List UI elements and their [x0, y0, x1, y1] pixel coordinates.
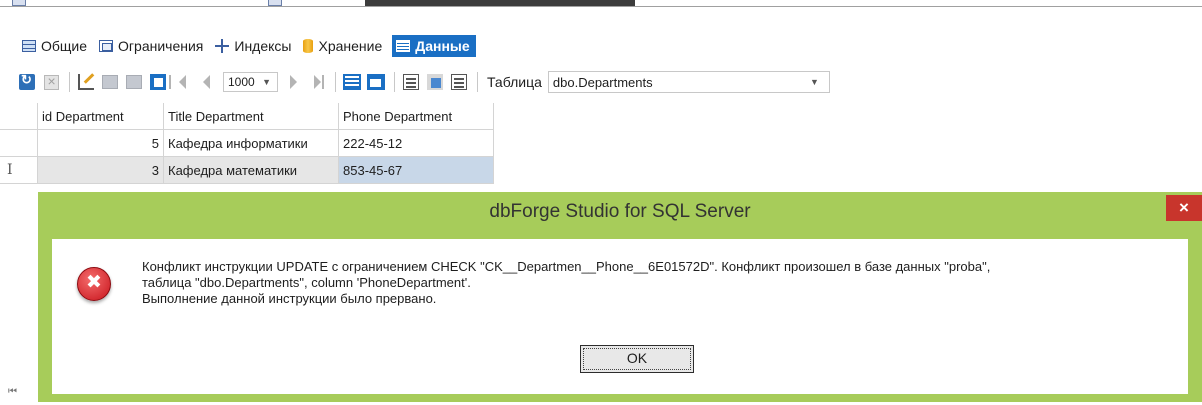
- dialog-title: dbForge Studio for SQL Server: [489, 201, 751, 222]
- column-header[interactable]: Phone Department: [339, 103, 494, 130]
- table-row[interactable]: 5 Кафедра информатики 222-45-12: [0, 130, 494, 157]
- grid-view-icon: [343, 74, 361, 90]
- text-cursor-icon: I: [7, 162, 13, 178]
- apply-icon: [102, 75, 118, 89]
- editor-tabbar: Общие Ограничения Индексы Хранение Данны…: [0, 32, 1202, 60]
- discard-button[interactable]: [123, 71, 145, 93]
- tab-label: Данные: [415, 38, 470, 54]
- grid-cell[interactable]: 222-45-12: [339, 130, 494, 157]
- card-view-icon: [367, 74, 385, 90]
- top-strip: [0, 0, 1202, 18]
- data-toolbar: 1000 ▼ Таблица dbo.Departments ▼: [0, 67, 1202, 97]
- divider: [0, 6, 1202, 7]
- apply-button[interactable]: [99, 71, 121, 93]
- copy-icon: [150, 74, 166, 90]
- grid-cell-selected[interactable]: 853-45-67: [339, 157, 494, 184]
- table-label: Таблица: [487, 74, 542, 90]
- next-page-icon: [289, 75, 297, 89]
- first-page-icon: [168, 75, 186, 89]
- error-icon: [77, 267, 111, 301]
- last-page-button[interactable]: [306, 71, 328, 93]
- table-select[interactable]: dbo.Departments ▼: [547, 71, 830, 93]
- prev-page-icon: [202, 75, 210, 89]
- dialog-body: Конфликт инструкции UPDATE с ограничение…: [52, 239, 1188, 394]
- last-page-icon: [313, 75, 324, 89]
- tab-storage[interactable]: Хранение: [301, 35, 384, 57]
- grid-cell[interactable]: 3: [38, 157, 164, 184]
- grid-cell[interactable]: Кафедра информатики: [164, 130, 339, 157]
- toolbar-separator: [477, 72, 478, 92]
- constraints-icon: [99, 40, 114, 52]
- tab-label: Общие: [41, 38, 88, 54]
- error-message: Конфликт инструкции UPDATE с ограничение…: [142, 259, 1172, 307]
- column-header[interactable]: Title Department: [164, 103, 339, 130]
- grid-view-button[interactable]: [341, 71, 363, 93]
- form-view-button[interactable]: [400, 71, 422, 93]
- tab-label: Хранение: [318, 38, 383, 54]
- column-header[interactable]: id Department: [38, 103, 164, 130]
- tab-data[interactable]: Данные: [392, 35, 476, 57]
- ok-button[interactable]: OK: [580, 345, 694, 373]
- storage-icon: [303, 39, 314, 53]
- copy-button[interactable]: [147, 71, 169, 93]
- first-page-button[interactable]: [168, 71, 193, 93]
- export-button[interactable]: [448, 71, 470, 93]
- error-dialog: dbForge Studio for SQL Server × Конфликт…: [38, 192, 1202, 402]
- error-message-line: таблица "dbo.Departments", column 'Phone…: [142, 275, 471, 290]
- grid-header: id Department Title Department Phone Dep…: [0, 103, 494, 130]
- tab-constraints[interactable]: Ограничения: [97, 35, 205, 57]
- grid-cell[interactable]: Кафедра математики: [164, 157, 339, 184]
- edit-icon: [78, 74, 94, 90]
- card-view-button[interactable]: [365, 71, 387, 93]
- refresh-icon: [19, 72, 35, 90]
- export-icon: [451, 74, 467, 90]
- indexes-icon: [215, 39, 230, 53]
- nav-first-record-icon[interactable]: ⏮: [0, 386, 38, 405]
- page-size-select[interactable]: 1000 ▼: [223, 72, 278, 92]
- cancel-button[interactable]: [40, 71, 62, 93]
- page-size-value: 1000: [228, 75, 255, 89]
- chevron-down-icon: ▼: [262, 77, 271, 87]
- tab-label: Ограничения: [118, 38, 204, 54]
- chevron-down-icon: ▼: [809, 77, 819, 87]
- picture-view-button[interactable]: [424, 71, 446, 93]
- toolbar-separator: [69, 72, 70, 92]
- tab-label: Индексы: [234, 38, 292, 54]
- toolbar-separator: [335, 72, 336, 92]
- table-select-value: dbo.Departments: [552, 74, 653, 90]
- discard-icon: [126, 75, 142, 89]
- error-message-line: Выполнение данной инструкции было прерва…: [142, 291, 437, 306]
- cancel-icon: [43, 73, 59, 90]
- toolbar-separator: [394, 72, 395, 92]
- grid-cell[interactable]: 5: [38, 130, 164, 157]
- table-row[interactable]: I 3 Кафедра математики 853-45-67: [0, 157, 494, 184]
- picture-view-icon: [427, 74, 443, 90]
- refresh-button[interactable]: [16, 71, 38, 93]
- table-grid-icon: [22, 40, 36, 52]
- row-header-corner: [0, 103, 38, 130]
- close-button[interactable]: ×: [1166, 195, 1202, 221]
- form-view-icon: [403, 74, 419, 90]
- edit-button[interactable]: [75, 71, 97, 93]
- tab-indexes[interactable]: Индексы: [213, 35, 293, 57]
- tab-general[interactable]: Общие: [20, 35, 89, 57]
- data-icon: [396, 40, 411, 52]
- prev-page-button[interactable]: [195, 71, 217, 93]
- row-header[interactable]: I: [0, 157, 38, 184]
- error-message-line: Конфликт инструкции UPDATE с ограничение…: [142, 259, 991, 274]
- next-page-button[interactable]: [282, 71, 304, 93]
- row-header[interactable]: [0, 130, 38, 157]
